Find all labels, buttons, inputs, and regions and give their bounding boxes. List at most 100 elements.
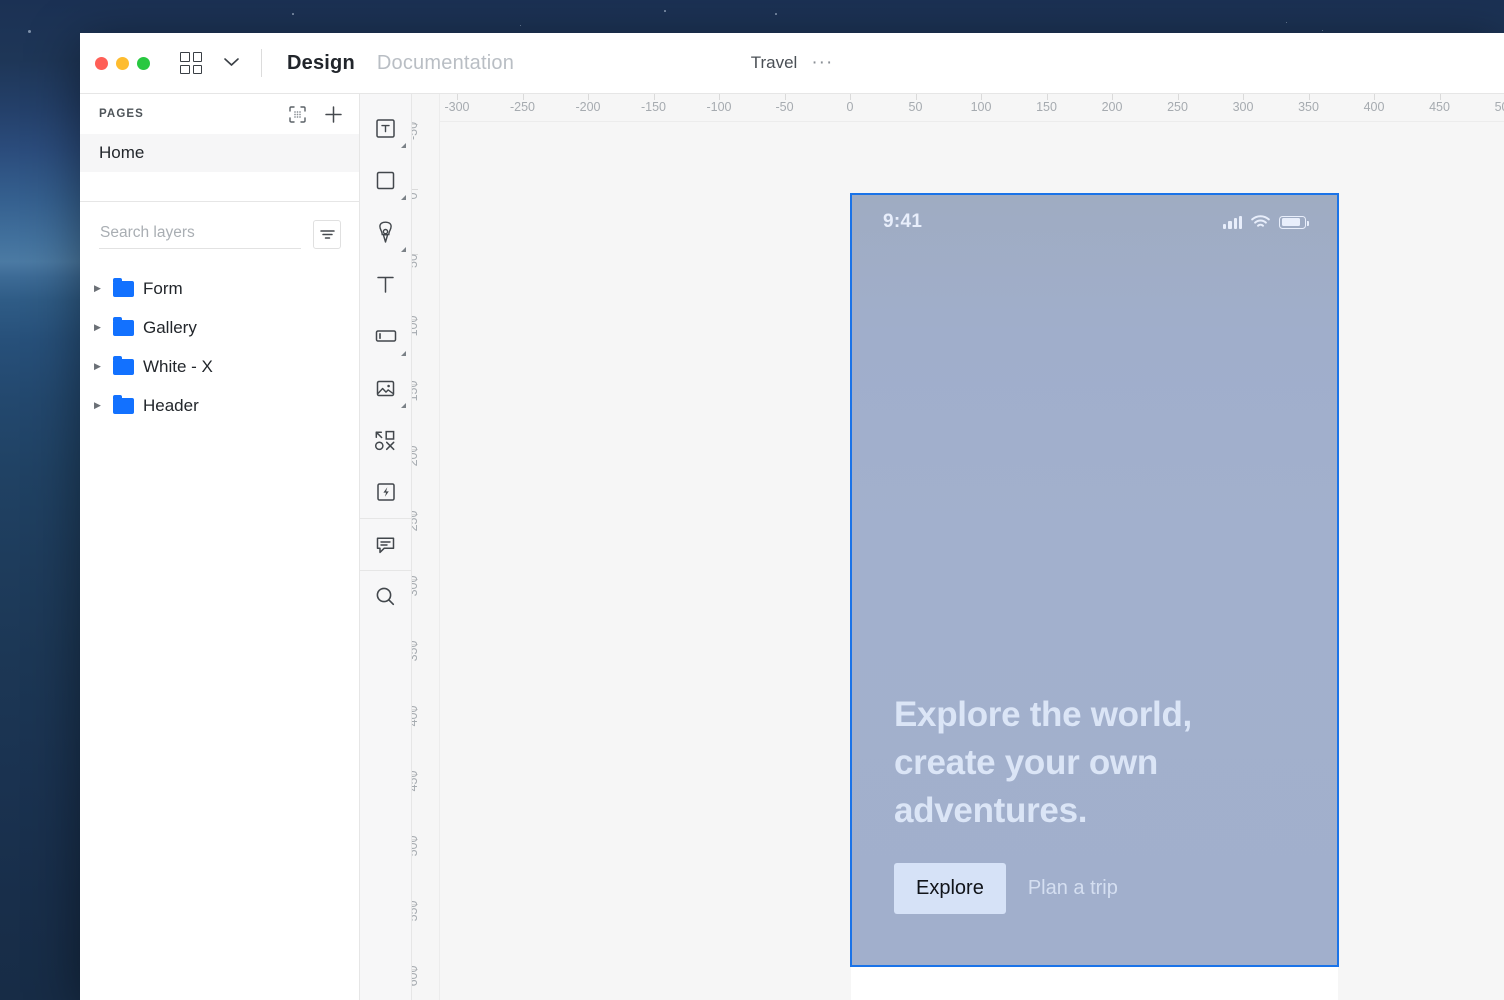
tool-rail [359, 94, 412, 1000]
layer-label: Header [143, 395, 199, 415]
canvas-surface[interactable]: 9:41 Explore the world, create your own … [440, 122, 1504, 1000]
ruler-label: 150 [1036, 100, 1057, 114]
add-page-icon[interactable] [323, 104, 343, 124]
ruler-label: 0 [412, 193, 420, 200]
headline-line-1: Explore the world, [894, 695, 1192, 734]
disclosure-triangle-icon[interactable]: ▶ [94, 401, 104, 410]
star-icon [1322, 30, 1324, 32]
ruler-label: 350 [412, 640, 420, 662]
tool-submenu-indicator[interactable] [400, 403, 406, 408]
vertical-ruler[interactable]: -50 0 50 100 150 200 250 300 350 400 450 500 550 600 [412, 94, 440, 1000]
ruler-label: 50 [908, 100, 923, 114]
tab-documentation[interactable]: Documentation [377, 52, 514, 75]
layer-label: White - X [143, 356, 213, 376]
ruler-label: 100 [970, 100, 992, 114]
folder-icon [113, 355, 134, 375]
pen-tool[interactable] [360, 206, 412, 258]
ruler-label: 550 [412, 900, 420, 922]
ruler-label: -50 [412, 121, 420, 141]
window-body: PAGES Home Search layers ▶ Form ▶ Galler… [80, 94, 1504, 1000]
status-time: 9:41 [883, 211, 923, 232]
minimize-button[interactable] [116, 56, 129, 70]
layer-row-header[interactable]: ▶ Header [80, 386, 359, 425]
input-field-tool[interactable] [360, 310, 412, 362]
pages-header: PAGES [80, 94, 359, 134]
ruler-label: -200 [575, 100, 601, 114]
chevron-down-icon[interactable] [224, 54, 239, 72]
flash-tool[interactable] [360, 466, 412, 518]
zoom-tool[interactable] [359, 570, 412, 622]
ruler-label: 50 [412, 254, 420, 268]
hero-actions: Explore Plan a trip [894, 863, 1274, 914]
artboard-tool[interactable] [360, 102, 412, 154]
disclosure-triangle-icon[interactable]: ▶ [94, 284, 104, 293]
hero-image-frame[interactable]: 9:41 Explore the world, create your own … [850, 193, 1339, 967]
star-icon [664, 10, 666, 12]
grid-view-icon[interactable] [180, 52, 202, 74]
explore-button[interactable]: Explore [894, 863, 1006, 914]
ruler-label: 600 [412, 965, 420, 987]
plan-a-trip-button[interactable]: Plan a trip [1028, 877, 1118, 900]
layer-search-row [80, 202, 359, 259]
filter-icon[interactable] [313, 220, 341, 249]
ruler-label: 200 [1101, 100, 1123, 114]
layer-row-gallery[interactable]: ▶ Gallery [80, 308, 359, 347]
image-tool[interactable] [360, 362, 412, 414]
ruler-label: -150 [640, 100, 667, 114]
disclosure-triangle-icon[interactable]: ▶ [94, 362, 104, 371]
ruler-label: 0 [846, 100, 854, 114]
text-tool[interactable] [360, 258, 412, 310]
tool-submenu-indicator[interactable] [400, 195, 406, 200]
ruler-label: 100 [412, 315, 420, 337]
headline-line-3: adventures. [894, 791, 1088, 830]
star-icon [1286, 22, 1288, 24]
tool-submenu-indicator[interactable] [400, 143, 406, 148]
pages-label: PAGES [99, 108, 144, 120]
ruler-label: 300 [1232, 100, 1254, 114]
prototype-icon[interactable] [287, 104, 307, 124]
tool-submenu-indicator[interactable] [400, 247, 406, 252]
horizontal-ruler[interactable]: -300 -250 -200 -150 -100 -50 0 50 100 150 200 250 30… [412, 94, 1504, 122]
ruler-label: -50 [775, 100, 794, 114]
tool-submenu-indicator[interactable] [400, 351, 406, 356]
page-item-home[interactable]: Home [80, 134, 359, 172]
document-title[interactable]: Travel [751, 53, 798, 73]
layers-sidebar: PAGES Home Search layers ▶ Form ▶ Galler… [80, 94, 360, 1000]
star-icon [775, 13, 777, 15]
ruler-label: -300 [444, 100, 470, 114]
window-controls [95, 56, 150, 70]
overflow-menu-icon[interactable]: ··· [811, 53, 833, 72]
battery-icon [1279, 215, 1309, 229]
headline-line-2: create your own [894, 743, 1158, 782]
page-item-label: Home [99, 143, 145, 162]
app-window: Design Documentation Travel ··· PAGES Ho… [80, 33, 1504, 1000]
rectangle-tool[interactable] [360, 154, 412, 206]
layer-label: Form [143, 278, 183, 298]
ruler-label: -100 [706, 100, 732, 114]
folder-icon [113, 277, 134, 297]
maximize-button[interactable] [137, 56, 150, 70]
ruler-label: 450 [1429, 100, 1450, 114]
search-layers-input[interactable] [99, 220, 301, 249]
ruler-label: 500 [412, 835, 420, 857]
star-icon [520, 25, 522, 27]
disclosure-triangle-icon[interactable]: ▶ [94, 323, 104, 332]
ruler-label: 200 [412, 445, 420, 467]
pages-list-empty-space [80, 172, 359, 202]
transform-tool[interactable] [360, 414, 412, 466]
comment-tool[interactable] [359, 518, 412, 570]
canvas-area[interactable]: -300 -250 -200 -150 -100 -50 0 50 100 150 200 250 30… [412, 94, 1504, 1000]
layer-row-form[interactable]: ▶ Form [80, 269, 359, 308]
layer-label: Gallery [143, 317, 197, 337]
tab-design[interactable]: Design [287, 52, 355, 75]
title-bar: Design Documentation Travel ··· [80, 33, 1504, 94]
hero-copy: Explore the world, create your own adven… [894, 691, 1274, 914]
layer-row-white-x[interactable]: ▶ White - X [80, 347, 359, 386]
ruler-label: 400 [1363, 100, 1385, 114]
ruler-label: 400 [412, 705, 420, 727]
ruler-label: 150 [412, 380, 420, 402]
folder-icon [113, 394, 134, 414]
close-button[interactable] [95, 56, 108, 70]
ruler-label: 450 [412, 770, 420, 792]
artboard-home[interactable]: 9:41 Explore the world, create your own … [850, 193, 1339, 1000]
